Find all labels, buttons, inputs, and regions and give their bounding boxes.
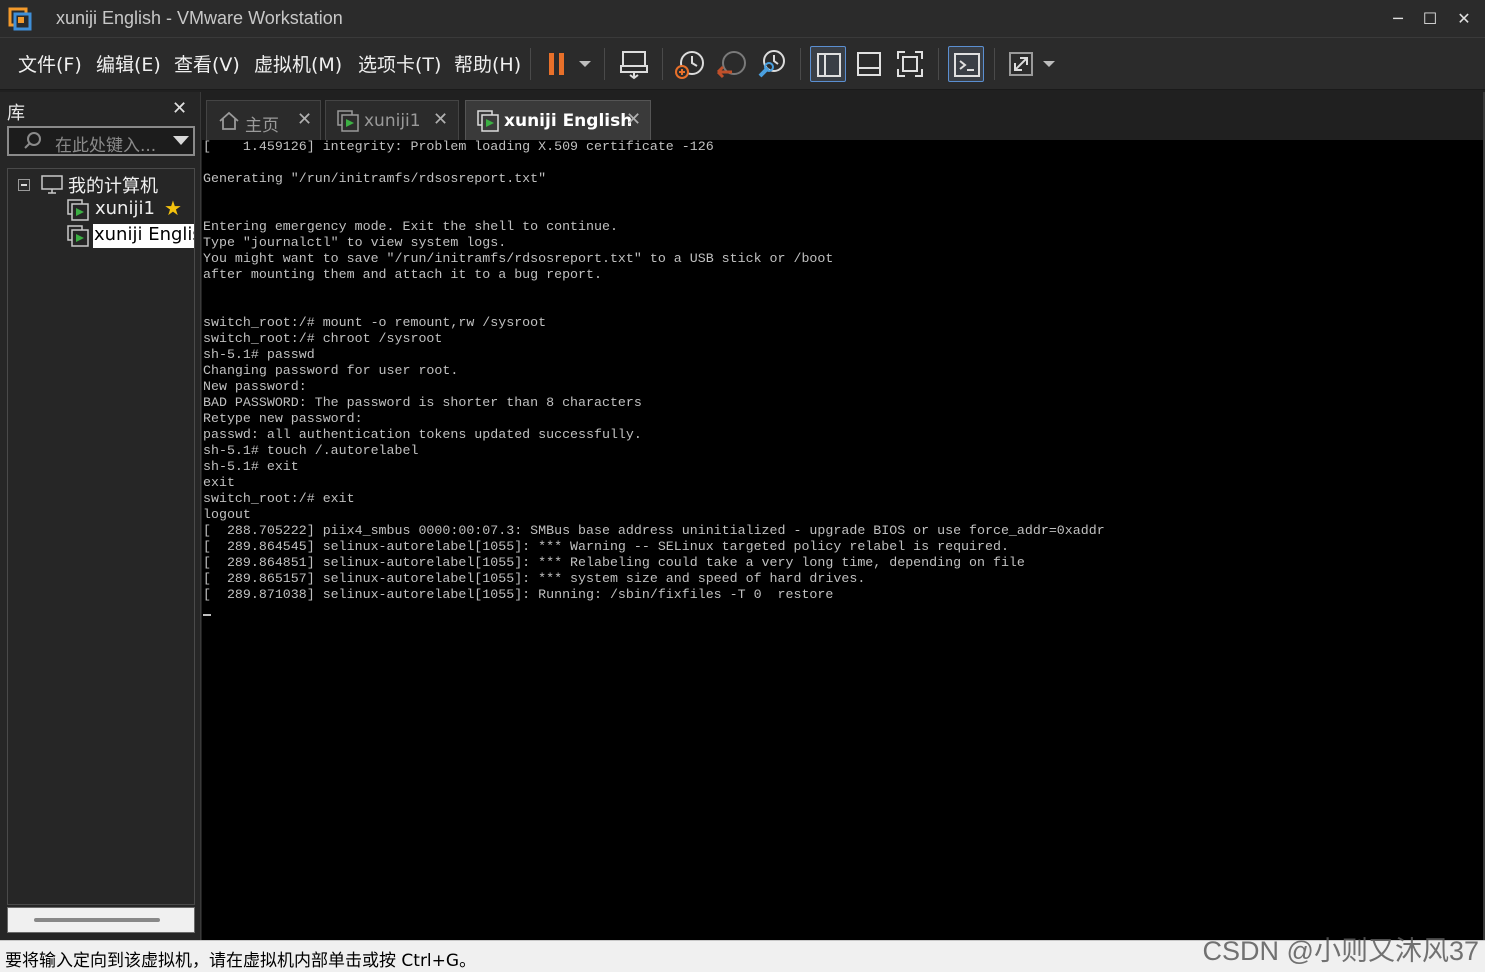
tree-item-xuniji1[interactable]: xuniji1: [95, 198, 155, 222]
collapse-toggle[interactable]: [18, 179, 30, 191]
tab-label: 主页: [245, 116, 279, 136]
search-icon: [24, 132, 41, 149]
library-close-button[interactable]: ✕: [172, 98, 187, 119]
tab-home[interactable]: 主页 ✕: [206, 100, 321, 140]
toolbar-separator: [604, 48, 605, 80]
status-message: 要将输入定向到该虚拟机，请在虚拟机内部单击或按 Ctrl+G。: [5, 951, 477, 971]
toolbar-separator: [662, 48, 663, 80]
menu-toolbar-bar: 文件(F) 编辑(E) 查看(V) 虚拟机(M) 选项卡(T) 帮助(H): [0, 38, 1485, 90]
library-sidebar: 库 ✕ 在此处键入... 我的计算机 xuniji1 ★ xuniji Engl: [0, 92, 201, 940]
watermark: CSDN @小则又沐风37: [1202, 936, 1479, 966]
menu-vm[interactable]: 虚拟机(M): [254, 50, 342, 77]
console-output: [ 1.459126] integrity: Problem loading X…: [203, 140, 1105, 602]
tab-bar: 主页 ✕ xuniji1 ✕ xuniji English ✕: [201, 92, 1485, 140]
tree-item-label: xuniji English: [93, 224, 194, 248]
text-cursor: [203, 614, 211, 616]
vm-console[interactable]: [ 1.459126] integrity: Problem loading X…: [202, 140, 1483, 940]
window-title: xuniji English - VMware Workstation: [56, 8, 343, 28]
star-icon: ★: [164, 196, 182, 220]
toolbar-separator: [994, 48, 995, 80]
title-bar: xuniji English - VMware Workstation ─ ☐ …: [0, 0, 1485, 38]
tab-xuniji1[interactable]: xuniji1 ✕: [325, 100, 459, 140]
vm-icon: [67, 225, 89, 247]
fullscreen-button[interactable]: [892, 46, 928, 82]
tab-xuniji-english[interactable]: xuniji English ✕: [465, 100, 651, 140]
tab-close-button[interactable]: ✕: [433, 109, 448, 130]
snapshot-manager-button[interactable]: [754, 46, 790, 82]
horizontal-scrollbar[interactable]: [7, 907, 195, 933]
stretch-button[interactable]: [1004, 46, 1060, 82]
maximize-button[interactable]: ☐: [1414, 4, 1446, 34]
pause-button[interactable]: [540, 46, 596, 82]
chevron-down-icon[interactable]: [173, 136, 189, 145]
library-search-input[interactable]: 在此处键入...: [7, 126, 195, 156]
tree-item-xuniji-english[interactable]: xuniji English: [93, 224, 194, 248]
pause-icon: [549, 53, 591, 75]
menu-file[interactable]: 文件(F): [18, 50, 82, 77]
close-button[interactable]: ✕: [1448, 4, 1480, 34]
tab-close-button[interactable]: ✕: [297, 109, 312, 130]
library-tree: 我的计算机 xuniji1 ★ xuniji English: [7, 168, 195, 905]
home-icon: [219, 111, 239, 130]
console-view-icon: [954, 53, 980, 77]
library-view-icon: [817, 53, 841, 77]
menu-view[interactable]: 查看(V): [174, 50, 240, 77]
console-view-button[interactable]: [948, 46, 984, 82]
status-bar: 要将输入定向到该虚拟机，请在虚拟机内部单击或按 Ctrl+G。 CSDN @小则…: [0, 936, 1485, 972]
toolbar-separator: [800, 48, 801, 80]
revert-snapshot-button[interactable]: [714, 46, 750, 82]
thumbnail-view-button[interactable]: [851, 46, 887, 82]
vmware-logo-icon: [8, 7, 32, 31]
fullscreen-icon: [897, 51, 923, 77]
snapshot-button[interactable]: [672, 46, 708, 82]
menu-edit[interactable]: 编辑(E): [96, 50, 161, 77]
computer-icon: [41, 175, 63, 194]
vm-icon: [67, 199, 89, 221]
menu-tabs[interactable]: 选项卡(T): [358, 50, 441, 77]
library-view-button[interactable]: [810, 46, 846, 82]
tree-root-my-computer[interactable]: 我的计算机: [68, 172, 158, 197]
tab-label: xuniji English: [504, 111, 633, 131]
thumbnail-view-icon: [857, 52, 881, 76]
minimize-button[interactable]: ─: [1382, 4, 1414, 34]
scrollbar-thumb[interactable]: [34, 918, 160, 922]
vm-icon: [477, 110, 499, 132]
send-ctrl-alt-del-icon: [620, 51, 648, 80]
library-title: 库: [7, 103, 25, 124]
send-ctrl-alt-del-button[interactable]: [616, 46, 652, 82]
tab-label: xuniji1: [364, 111, 421, 131]
vm-icon: [337, 110, 359, 132]
tab-close-button[interactable]: ✕: [626, 109, 641, 130]
snapshot-manager-icon: [758, 50, 785, 78]
toolbar-separator: [530, 48, 531, 80]
revert-snapshot-icon: [716, 51, 746, 79]
menu-help[interactable]: 帮助(H): [454, 50, 521, 77]
stretch-icon: [1009, 52, 1055, 76]
toolbar-separator: [938, 48, 939, 80]
search-placeholder: 在此处键入...: [55, 136, 157, 156]
snapshot-icon: [675, 51, 704, 79]
